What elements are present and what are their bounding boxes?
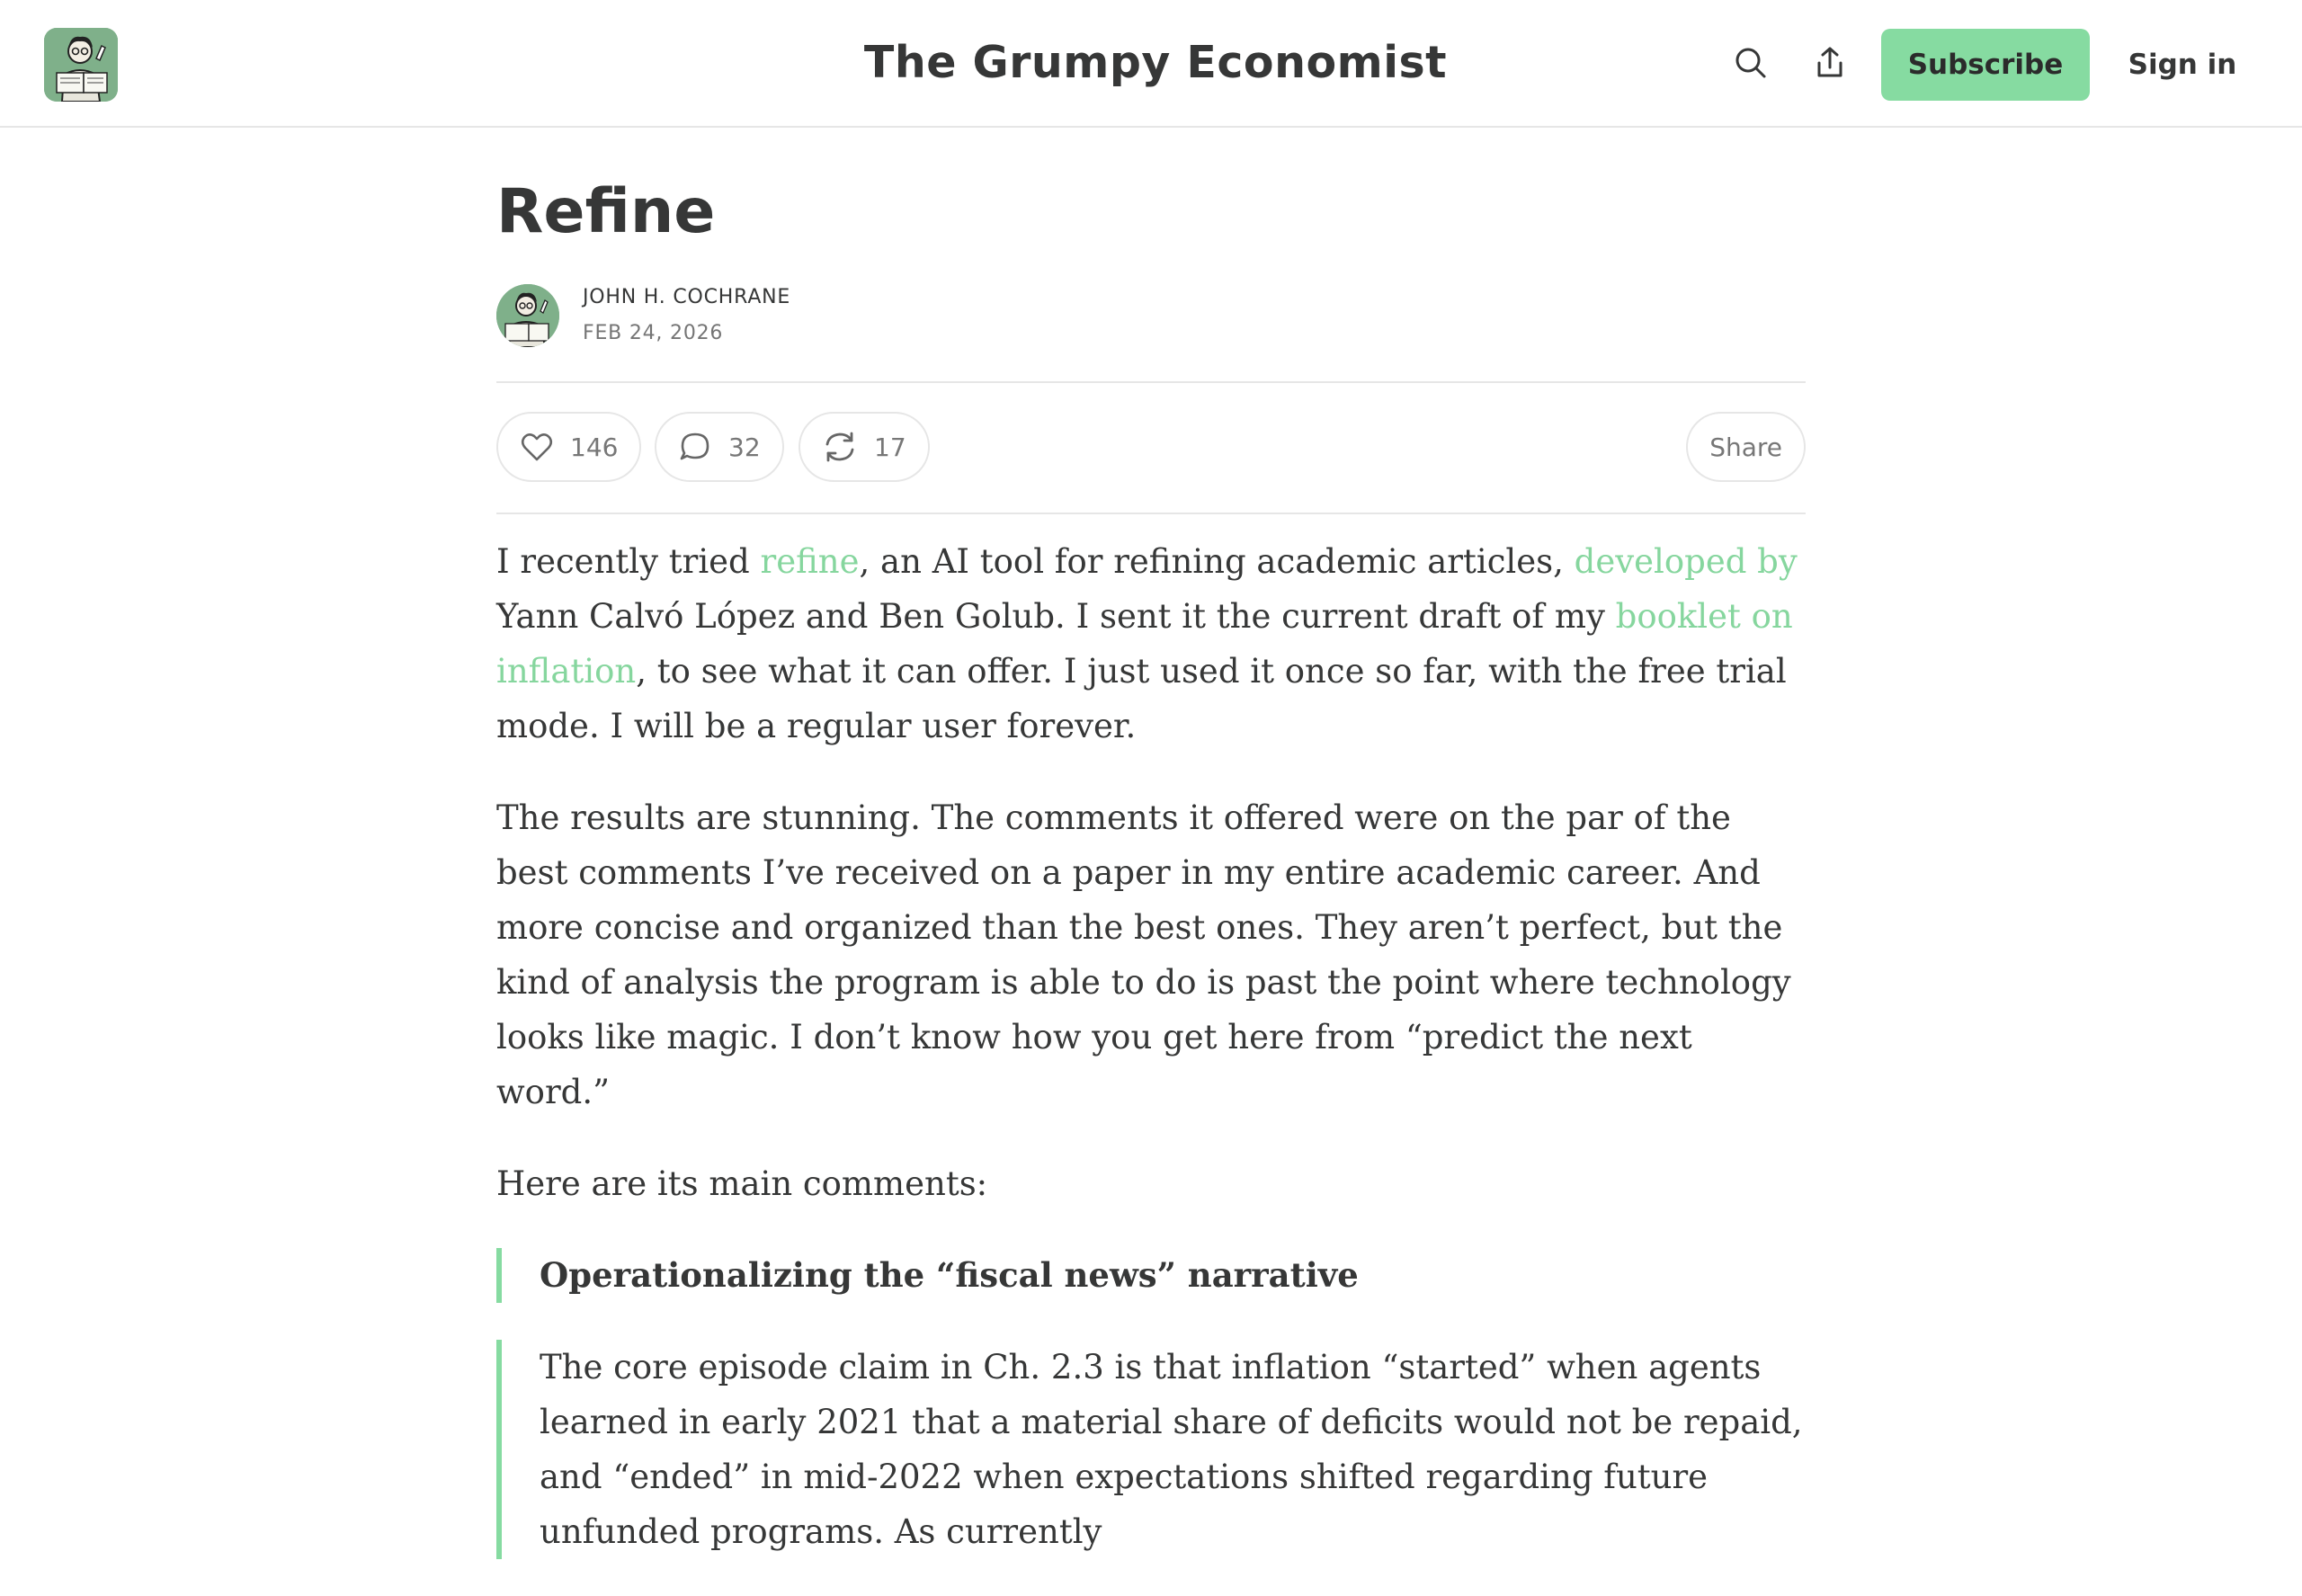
like-count: 146 [570,432,619,462]
comments-button[interactable]: 32 [655,412,784,482]
comment-bubble-icon [680,432,709,460]
link-developed-by[interactable]: developed by [1575,542,1798,581]
heart-icon [521,433,553,461]
share-label: Share [1709,432,1782,462]
restack-count: 17 [874,432,906,462]
blockquote-body: The core episode claim in Ch. 2.3 is tha… [496,1340,1806,1559]
author-name[interactable]: JOHN H. COCHRANE [583,286,790,308]
link-refine[interactable]: refine [761,542,860,581]
restack-button[interactable]: 17 [799,412,930,482]
paragraph: The results are stunning. The comments i… [496,798,1791,1111]
restack-arrows-icon [825,432,854,462]
subscribe-button[interactable]: Subscribe [1881,29,2090,101]
like-button[interactable]: 146 [496,412,642,482]
post-body: I recently tried refine, an AI tool for … [496,534,1806,1596]
search-icon[interactable] [1730,42,1771,84]
blockquote-heading: Operationalizing the “fiscal news” narra… [496,1248,1806,1303]
top-navigation-bar: The Grumpy Economist Subscribe Sign in [0,0,2302,128]
post-date: FEB 24, 2026 [583,322,724,344]
divider [496,381,1806,383]
share-upload-icon[interactable] [1809,42,1851,84]
share-button[interactable]: Share [1686,412,1806,482]
divider [496,513,1806,514]
paragraph: Here are its main comments: [496,1164,988,1203]
sign-in-button[interactable]: Sign in [2115,29,2250,101]
post-title: Refine [496,176,716,247]
cartoon-reader-logo[interactable] [44,28,118,102]
comment-count: 32 [728,432,761,462]
paragraph: I recently tried refine, an AI tool for … [496,542,1798,745]
author-avatar[interactable] [496,284,559,347]
